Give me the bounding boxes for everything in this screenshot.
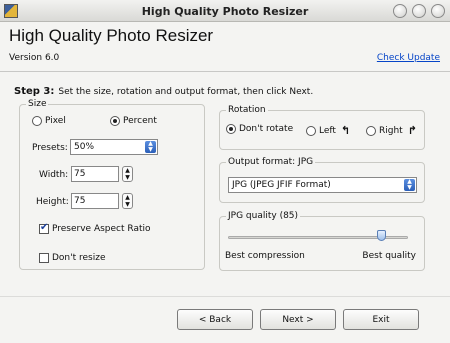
width-stepper-icon[interactable]: ▲ ▼ [122,166,133,182]
dont-rotate-label: Don't rotate [239,124,294,134]
jpg-quality-slider-thumb[interactable] [377,230,386,241]
maximize-button[interactable] [412,4,426,18]
back-button[interactable]: < Back [177,309,253,330]
version-label: Version 6.0 [9,53,60,63]
size-group: Size Pixel Percent Presets: 50% ▲ ▼ Width… [19,99,205,270]
output-format-group: Output format: JPG JPG (JPEG JFIF Format… [219,157,425,203]
height-field[interactable]: 75 [71,193,119,209]
rotate-left-radio[interactable]: Left ↰ [306,124,350,137]
best-quality-label: Best quality [362,251,416,261]
rotate-left-label: Left [319,125,336,136]
size-legend: Size [26,99,49,109]
footer-divider [0,296,450,297]
width-spinner[interactable]: 75 ▲ ▼ [71,166,133,182]
close-button[interactable] [431,4,445,18]
rotation-legend: Rotation [226,105,268,115]
check-update-link[interactable]: Check Update [377,53,440,63]
percent-radio[interactable]: Percent [110,116,157,126]
pixel-radio[interactable]: Pixel [32,116,66,126]
presets-select[interactable]: 50% ▲ ▼ [70,139,158,155]
step-instruction: Step 3: Set the size, rotation and output… [14,86,313,97]
rotate-left-icon: ↰ [340,124,351,137]
exit-button[interactable]: Exit [343,309,419,330]
preserve-aspect-label: Preserve Aspect Ratio [52,224,151,234]
height-label: Height: [36,197,69,207]
width-label: Width: [39,170,69,180]
dropdown-arrow-icon[interactable]: ▲ ▼ [404,179,415,191]
best-compression-label: Best compression [225,251,305,261]
jpg-quality-group: JPG quality (85) Best compression Best q… [219,211,425,271]
output-format-legend: Output format: JPG [226,157,316,167]
percent-radio-dot[interactable] [110,116,120,126]
header-divider [0,71,450,72]
rotate-right-icon: ↱ [407,124,417,137]
dont-rotate-radio[interactable]: Don't rotate [226,124,293,134]
title-bar[interactable]: High Quality Photo Resizer [0,0,450,22]
height-stepper-icon[interactable]: ▲ ▼ [122,193,133,209]
rotate-right-dot[interactable] [366,125,376,136]
height-spinner[interactable]: 75 ▲ ▼ [71,193,133,209]
output-format-select[interactable]: JPG (JPEG JFIF Format) ▲ ▼ [228,177,417,193]
dont-resize-label: Don't resize [52,253,106,263]
dont-rotate-dot[interactable] [226,124,236,134]
presets-label: Presets: [32,143,68,153]
rotate-left-dot[interactable] [306,125,316,136]
output-format-value: JPG (JPEG JFIF Format) [232,180,331,190]
minimize-button[interactable] [393,4,407,18]
window-title: High Quality Photo Resizer [141,5,309,18]
pixel-label: Pixel [45,116,66,126]
step-text: Set the size, rotation and output format… [58,87,314,97]
width-field[interactable]: 75 [71,166,119,182]
rotate-right-radio[interactable]: Right ↱ [366,124,417,137]
dont-resize-checkbox[interactable]: Don't resize [39,253,106,263]
app-heading: High Quality Photo Resizer [9,26,214,45]
pixel-radio-dot[interactable] [32,116,42,126]
presets-value: 50% [74,142,95,152]
next-button[interactable]: Next > [260,309,336,330]
rotation-group: Rotation Don't rotate Left ↰ Right ↱ [219,105,425,150]
percent-label: Percent [123,116,157,126]
preserve-aspect-box[interactable] [39,222,49,234]
preserve-aspect-checkbox[interactable]: Preserve Aspect Ratio [39,222,151,234]
dont-resize-box[interactable] [39,253,49,263]
dropdown-arrow-icon[interactable]: ▲ ▼ [145,141,156,153]
jpg-quality-legend: JPG quality (85) [226,211,301,221]
rotate-right-label: Right [379,125,403,136]
step-label: Step 3: [14,86,55,97]
